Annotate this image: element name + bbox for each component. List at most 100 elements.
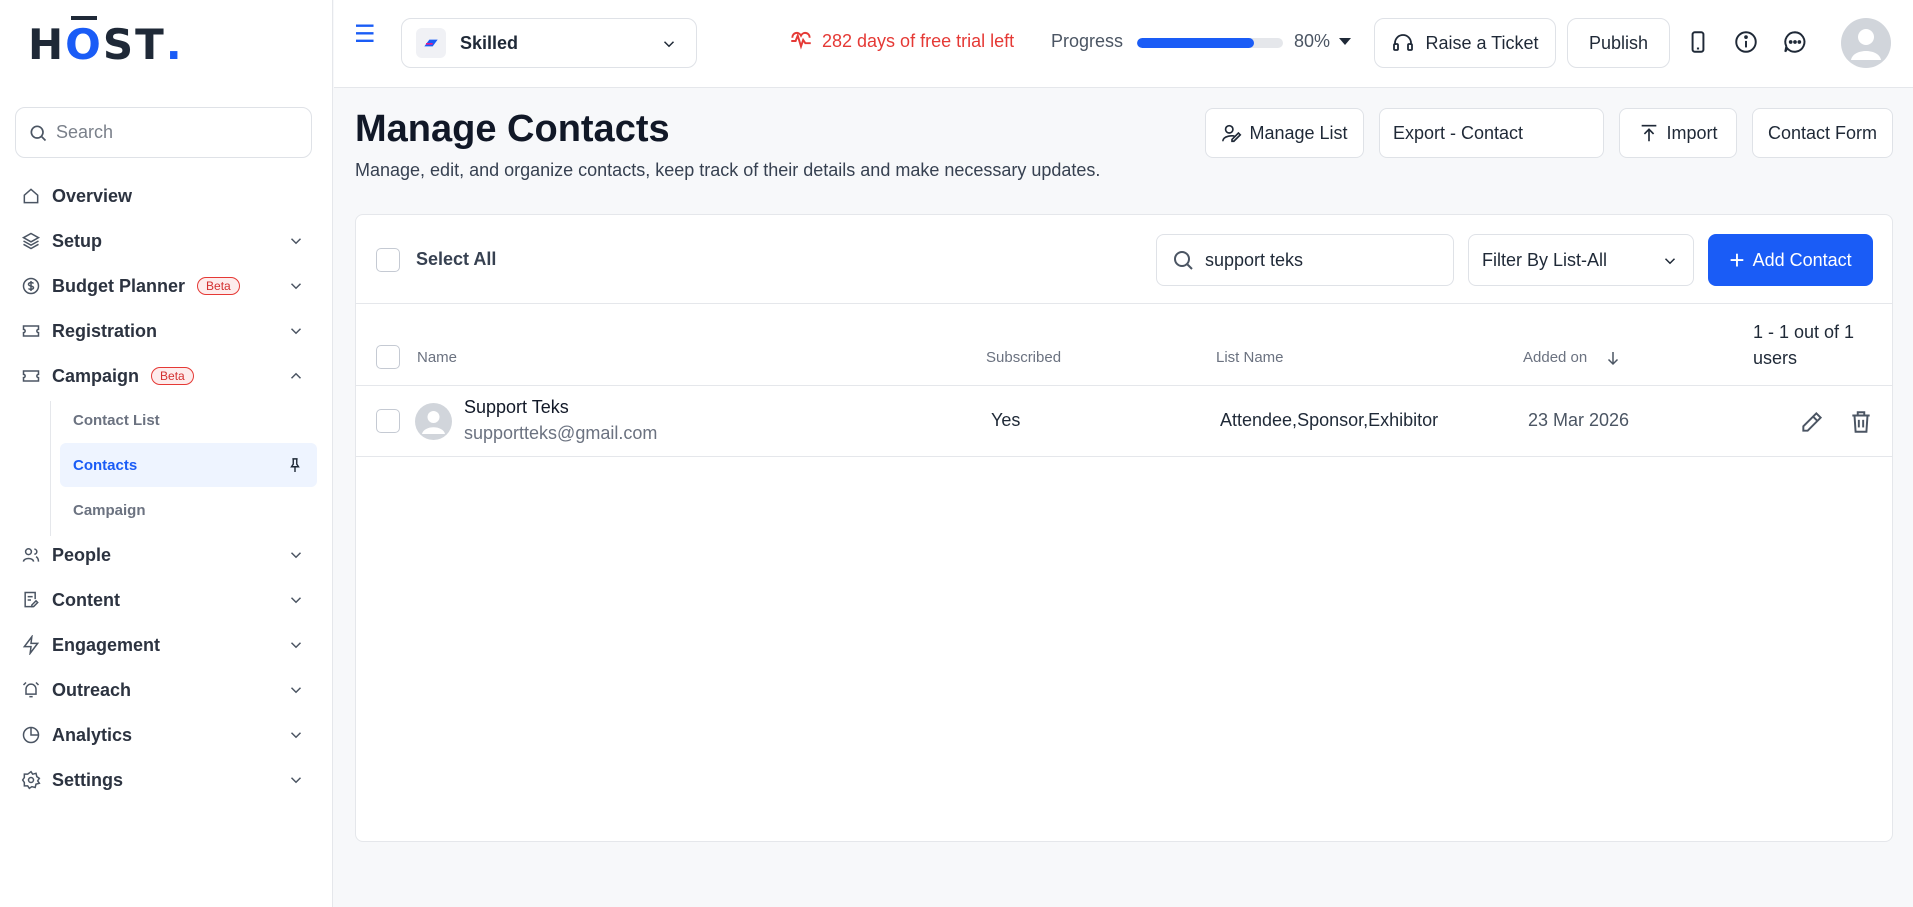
progress-fill xyxy=(1137,38,1254,48)
pie-chart-icon xyxy=(20,724,42,746)
ticket-icon xyxy=(20,320,42,342)
heartbeat-icon xyxy=(791,31,811,50)
contact-form-button[interactable]: Contact Form xyxy=(1752,108,1893,158)
trial-notice[interactable]: 282 days of free trial left xyxy=(788,28,1014,54)
sidebar-item-label: Budget Planner xyxy=(52,275,186,296)
publish-label: Publish xyxy=(1588,32,1649,53)
sidebar-subitem-label: Contacts xyxy=(73,456,138,474)
trial-days-text: 282 days of free trial left xyxy=(822,30,1015,51)
submenu-guide-line xyxy=(50,401,51,536)
search-icon xyxy=(30,124,47,141)
sidebar-item-label: Overview xyxy=(52,185,133,206)
column-header-list-name[interactable]: List Name xyxy=(1216,349,1284,366)
publish-button[interactable]: Publish xyxy=(1567,18,1670,68)
chevron-down-icon xyxy=(290,552,302,559)
pin-icon[interactable] xyxy=(288,457,302,473)
results-count: 1 - 1 out of 1 users xyxy=(1753,322,1855,368)
export-contact-label: Export - Contact xyxy=(1393,122,1524,143)
sidebar-item-label: Analytics xyxy=(52,724,133,745)
sidebar-item-budget-planner[interactable]: Budget Planner Beta xyxy=(20,269,305,303)
sidebar-subitem-contact-list[interactable]: Contact List xyxy=(60,398,317,442)
select-all-checkbox[interactable] xyxy=(376,248,400,272)
logo-dot: . xyxy=(165,20,184,69)
sidebar-item-people[interactable]: People xyxy=(20,538,305,572)
info-icon[interactable] xyxy=(1732,28,1760,56)
chevron-down-icon xyxy=(290,283,302,290)
event-logo-icon xyxy=(416,28,446,58)
edit-pencil-icon[interactable] xyxy=(1799,409,1825,435)
chevron-down-icon xyxy=(290,732,302,739)
sidebar-search-input[interactable]: Search xyxy=(15,107,312,158)
user-avatar[interactable] xyxy=(1841,18,1891,68)
top-bar: ☰ Skilled 282 days of free trial left Pr… xyxy=(334,0,1913,88)
sidebar-subitem-label: Campaign xyxy=(73,501,146,519)
sidebar-item-settings[interactable]: Settings xyxy=(20,763,305,797)
contact-list-name: Attendee,Sponsor,Exhibitor xyxy=(1220,410,1439,430)
progress-label: Progress xyxy=(1051,31,1124,51)
filter-label: Filter By List-All xyxy=(1482,249,1608,270)
table-row[interactable] xyxy=(356,385,1892,456)
filter-by-list-dropdown[interactable]: Filter By List-All xyxy=(1468,234,1694,286)
sidebar-item-engagement[interactable]: Engagement xyxy=(20,628,305,662)
headset-icon xyxy=(1393,34,1414,51)
chevron-down-icon xyxy=(290,777,302,784)
chevron-down-icon xyxy=(290,642,302,649)
column-header-subscribed[interactable]: Subscribed xyxy=(986,349,1061,366)
sidebar-item-setup[interactable]: Setup xyxy=(20,224,305,258)
sidebar-item-label: Registration xyxy=(52,320,158,341)
header-checkbox[interactable] xyxy=(376,345,400,369)
contact-search-input[interactable]: support teks xyxy=(1156,234,1454,286)
chevron-down-icon xyxy=(290,597,302,604)
contact-form-label: Contact Form xyxy=(1767,122,1878,143)
menu-toggle-icon[interactable]: ☰ xyxy=(354,23,376,47)
sidebar-item-campaign[interactable]: Campaign Beta xyxy=(20,359,305,393)
sidebar-item-label: Outreach xyxy=(52,679,132,700)
sidebar-search-placeholder: Search xyxy=(56,122,114,142)
contact-avatar xyxy=(415,403,452,440)
contact-name: Support Teks xyxy=(464,397,569,417)
contact-added-on: 23 Mar 2026 xyxy=(1528,410,1630,430)
sidebar-item-analytics[interactable]: Analytics xyxy=(20,718,305,752)
import-button[interactable]: Import xyxy=(1619,108,1737,158)
sidebar-item-label: People xyxy=(52,544,112,565)
sidebar-item-label: Content xyxy=(52,589,120,610)
chat-icon[interactable] xyxy=(1781,28,1809,56)
chevron-down-icon xyxy=(663,41,675,48)
add-contact-button[interactable]: + Add Contact xyxy=(1708,234,1873,286)
chevron-down-icon xyxy=(290,687,302,694)
export-contact-button[interactable]: Export - Contact xyxy=(1379,108,1604,158)
sidebar-subitem-label: Contact List xyxy=(73,411,160,429)
upload-icon xyxy=(1642,124,1657,142)
sidebar-item-outreach[interactable]: Outreach xyxy=(20,673,305,707)
page-subtitle: Manage, edit, and organize contacts, kee… xyxy=(355,160,1101,180)
chevron-down-icon xyxy=(290,328,302,335)
ticket-icon xyxy=(20,365,42,387)
toolbar-divider xyxy=(356,303,1892,304)
event-selector[interactable]: Skilled xyxy=(401,18,697,68)
sidebar-item-label: Setup xyxy=(52,230,103,251)
chevron-down-icon xyxy=(1664,258,1676,265)
mobile-preview-icon[interactable] xyxy=(1684,28,1712,56)
sidebar-subitem-campaign[interactable]: Campaign xyxy=(60,488,317,532)
sidebar-item-label: Campaign xyxy=(52,365,140,386)
chevron-up-icon xyxy=(290,372,302,379)
sidebar-item-registration[interactable]: Registration xyxy=(20,314,305,348)
raise-ticket-button[interactable]: Raise a Ticket xyxy=(1374,18,1556,68)
manage-list-label: Manage List xyxy=(1249,122,1348,143)
column-header-name[interactable]: Name xyxy=(417,349,457,366)
plus-icon: + xyxy=(1729,245,1745,275)
manage-list-button[interactable]: Manage List xyxy=(1205,108,1364,158)
sidebar-item-overview[interactable]: Overview xyxy=(20,179,305,213)
row-checkbox[interactable] xyxy=(376,409,400,433)
sidebar-subitem-contacts[interactable]: Contacts xyxy=(60,443,317,487)
sort-arrow-down-icon[interactable] xyxy=(1604,349,1622,367)
host-logo[interactable]: H O ST. xyxy=(28,16,184,69)
progress-dropdown-caret-icon[interactable] xyxy=(1339,38,1351,45)
gear-icon xyxy=(20,769,42,791)
column-header-added-on[interactable]: Added on xyxy=(1523,349,1587,366)
import-label: Import xyxy=(1666,122,1718,143)
trash-icon[interactable] xyxy=(1848,409,1874,435)
sidebar-item-content[interactable]: Content xyxy=(20,583,305,617)
logo-letters-st: ST xyxy=(102,20,166,69)
search-icon xyxy=(1174,251,1193,270)
